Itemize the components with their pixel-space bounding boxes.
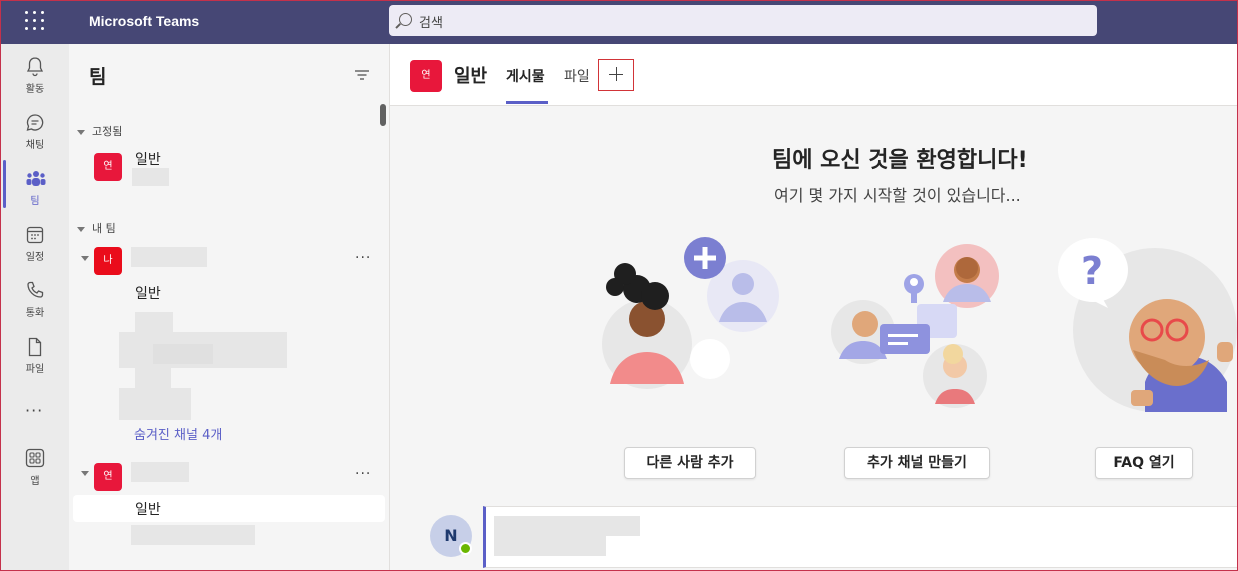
rail-item-calls[interactable]: 통화 xyxy=(1,276,69,328)
rail-label: 파일 xyxy=(25,364,45,375)
search-placeholder: 검색 xyxy=(419,16,443,31)
rail-item-teams[interactable]: 팀 xyxy=(1,164,69,216)
rail-item-chat[interactable]: 채팅 xyxy=(1,108,69,160)
section-label: 내 팀 xyxy=(92,222,116,235)
apps-icon xyxy=(25,448,45,468)
team-avatar: 연 xyxy=(94,463,122,491)
create-channels-button[interactable]: 추가 채널 만들기 xyxy=(844,447,990,479)
rail-label: 채팅 xyxy=(25,140,45,151)
rail-label: 일정 xyxy=(25,252,45,263)
welcome-title: 팀에 오신 것을 환영합니다! xyxy=(772,148,1028,173)
more-options-icon[interactable]: ··· xyxy=(355,250,371,266)
channel-header: 연 일반 게시물 파일 xyxy=(390,44,1237,106)
rail-label: 활동 xyxy=(25,84,45,95)
redacted-channel xyxy=(131,525,255,545)
teams-window: Microsoft Teams 검색 활동 채팅 팀 일정 통화 파일 ··· … xyxy=(0,0,1238,571)
file-icon xyxy=(28,337,42,357)
team-channel[interactable]: 일반 xyxy=(135,283,161,303)
redacted-team-name xyxy=(131,462,189,482)
app-rail: 활동 채팅 팀 일정 통화 파일 ··· 앱 xyxy=(1,44,69,570)
rail-item-apps[interactable]: 앱 xyxy=(1,444,69,496)
add-tab-button[interactable] xyxy=(598,59,634,91)
tab-posts[interactable]: 게시물 xyxy=(506,66,545,86)
rail-label: 팀 xyxy=(30,196,40,207)
channel-main: 연 일반 게시물 파일 팀에 오신 것을 환영합니다! 여기 몇 가지 시작할 … xyxy=(390,44,1237,570)
channel-name: 일반 xyxy=(454,66,488,87)
post-card[interactable] xyxy=(483,506,1237,568)
svg-text:?: ? xyxy=(1081,249,1103,293)
chevron-down-icon[interactable] xyxy=(81,256,89,261)
calendar-icon xyxy=(26,226,44,244)
tab-files[interactable]: 파일 xyxy=(564,66,590,86)
rail-item-calendar[interactable]: 일정 xyxy=(1,220,69,272)
pane-title: 팀 xyxy=(89,66,107,88)
my-teams-section-header[interactable]: 내 팀 xyxy=(77,220,116,236)
phone-icon xyxy=(27,281,44,298)
teams-icon xyxy=(26,171,46,186)
scrollbar[interactable] xyxy=(380,104,386,126)
pinned-channel[interactable]: 일반 xyxy=(135,149,161,169)
rail-label: 앱 xyxy=(30,476,40,487)
more-apps-icon[interactable]: ··· xyxy=(25,401,43,420)
channel-avatar: 연 xyxy=(94,153,122,181)
redacted-text xyxy=(132,168,169,186)
redacted-text xyxy=(494,536,606,556)
chat-icon xyxy=(26,114,44,131)
section-label: 고정됨 xyxy=(92,125,123,138)
redacted-team-name xyxy=(131,247,207,267)
rail-item-activity[interactable]: 활동 xyxy=(1,52,69,104)
redacted-channel xyxy=(135,368,171,388)
search-input[interactable]: 검색 xyxy=(389,5,1097,36)
redacted-channel xyxy=(153,344,213,364)
app-title: Microsoft Teams xyxy=(89,13,200,29)
app-launcher-icon[interactable] xyxy=(25,11,45,31)
chevron-down-icon xyxy=(77,226,85,232)
top-bar: Microsoft Teams 검색 xyxy=(1,1,1237,44)
channel-avatar: 연 xyxy=(410,60,442,92)
chevron-down-icon[interactable] xyxy=(81,471,89,476)
filter-icon[interactable] xyxy=(355,70,369,80)
more-options-icon[interactable]: ··· xyxy=(355,466,371,482)
open-faq-button[interactable]: FAQ 열기 xyxy=(1095,447,1193,479)
chevron-down-icon xyxy=(77,129,85,135)
team-avatar: 나 xyxy=(94,247,122,275)
hidden-channels-link[interactable]: 숨겨진 채널 4개 xyxy=(134,424,222,443)
redacted-text xyxy=(494,516,640,536)
teams-list-pane: 팀 고정됨 연 일반 내 팀 나 ··· 일반 숨겨진 채널 4개 연 ··· … xyxy=(69,44,390,570)
add-people-button[interactable]: 다른 사람 추가 xyxy=(624,447,756,479)
add-people-illustration xyxy=(602,237,779,389)
presence-available-icon xyxy=(459,542,472,555)
active-tab-indicator xyxy=(506,101,548,104)
redacted-channel xyxy=(135,312,173,332)
selected-channel-row[interactable] xyxy=(73,495,385,522)
faq-illustration: ? xyxy=(1058,238,1237,412)
pinned-section-header[interactable]: 고정됨 xyxy=(77,123,122,139)
rail-item-files[interactable]: 파일 xyxy=(1,332,69,384)
bell-icon xyxy=(26,57,44,77)
create-channels-illustration xyxy=(831,244,999,408)
team-channel[interactable]: 일반 xyxy=(135,499,161,519)
search-icon xyxy=(399,13,412,26)
redacted-channel xyxy=(119,388,191,420)
welcome-subtitle: 여기 몇 가지 시작할 것이 있습니다... xyxy=(774,186,1021,205)
rail-label: 통화 xyxy=(25,308,45,319)
